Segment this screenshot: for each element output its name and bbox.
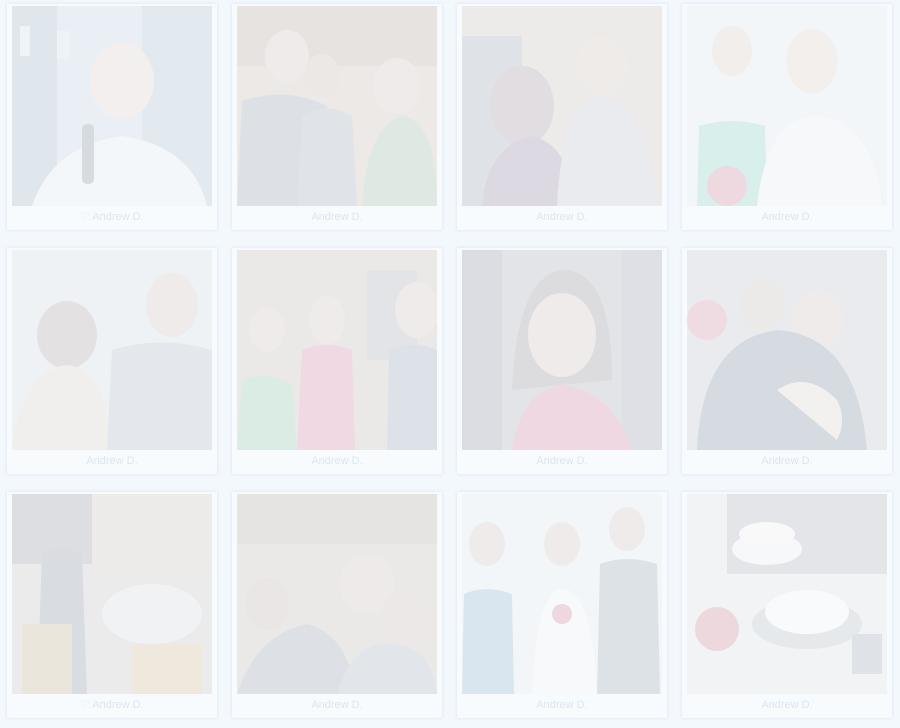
photo-author[interactable]: Andrew D. [536, 455, 587, 467]
photo-thumbnail[interactable] [12, 494, 212, 694]
photo-author[interactable]: Andrew D. [92, 211, 143, 223]
photo-card[interactable]: ♡ Andrew D. [7, 492, 217, 718]
photo-author[interactable]: Andrew D. [311, 211, 362, 223]
photo-author[interactable]: Andrew D. [761, 699, 812, 711]
photo-thumbnail[interactable] [237, 6, 437, 206]
photo-caption: Andrew D. [457, 698, 667, 712]
photo-thumbnail[interactable] [12, 6, 212, 206]
photo-thumbnail[interactable] [687, 250, 887, 450]
photo-card[interactable]: Andrew D. [457, 248, 667, 474]
photo-card[interactable]: Andrew D. [682, 4, 892, 230]
photo-card[interactable]: ♡ Andrew D. [7, 4, 217, 230]
photo-card[interactable]: Andrew D. [457, 4, 667, 230]
photo-card[interactable]: Andrew D. [232, 4, 442, 230]
photo-caption: Andrew D. [232, 210, 442, 224]
photo-author[interactable]: Andrew D. [311, 455, 362, 467]
heart-icon[interactable]: ♡ [80, 698, 90, 712]
photo-thumbnail[interactable] [462, 250, 662, 450]
photo-caption: Andrew D. [457, 210, 667, 224]
photo-thumbnail[interactable] [687, 6, 887, 206]
photo-caption: Andrew D. [232, 454, 442, 468]
photo-card[interactable]: Andrew D. [232, 248, 442, 474]
photo-thumbnail[interactable] [462, 6, 662, 206]
photo-caption: Andrew D. [682, 698, 892, 712]
photo-author[interactable]: Andrew D. [92, 699, 143, 711]
photo-author[interactable]: Andrew D. [761, 211, 812, 223]
photo-caption: ♡ Andrew D. [7, 210, 217, 224]
heart-icon[interactable]: ♡ [80, 210, 90, 224]
photo-caption: ♡ Andrew D. [7, 698, 217, 712]
photo-card[interactable]: Andrew D. [7, 248, 217, 474]
photo-thumbnail[interactable] [237, 494, 437, 694]
photo-thumbnail[interactable] [237, 250, 437, 450]
photo-card[interactable]: Andrew D. [682, 248, 892, 474]
photo-thumbnail[interactable] [12, 250, 212, 450]
photo-author[interactable]: Andrew D. [311, 699, 362, 711]
photo-caption: Andrew D. [457, 454, 667, 468]
photo-gallery-grid: ♡ Andrew D. Andrew D. Andrew D. Andrew D… [0, 0, 900, 728]
photo-caption: Andrew D. [682, 210, 892, 224]
photo-caption: Andrew D. [7, 454, 217, 468]
photo-caption: Andrew D. [682, 454, 892, 468]
photo-thumbnail[interactable] [462, 494, 662, 694]
photo-author[interactable]: Andrew D. [86, 455, 137, 467]
photo-thumbnail[interactable] [687, 494, 887, 694]
photo-card[interactable]: Andrew D. [457, 492, 667, 718]
photo-card[interactable]: Andrew D. [232, 492, 442, 718]
photo-author[interactable]: Andrew D. [761, 455, 812, 467]
photo-author[interactable]: Andrew D. [536, 699, 587, 711]
photo-author[interactable]: Andrew D. [536, 211, 587, 223]
photo-card[interactable]: Andrew D. [682, 492, 892, 718]
photo-caption: Andrew D. [232, 698, 442, 712]
